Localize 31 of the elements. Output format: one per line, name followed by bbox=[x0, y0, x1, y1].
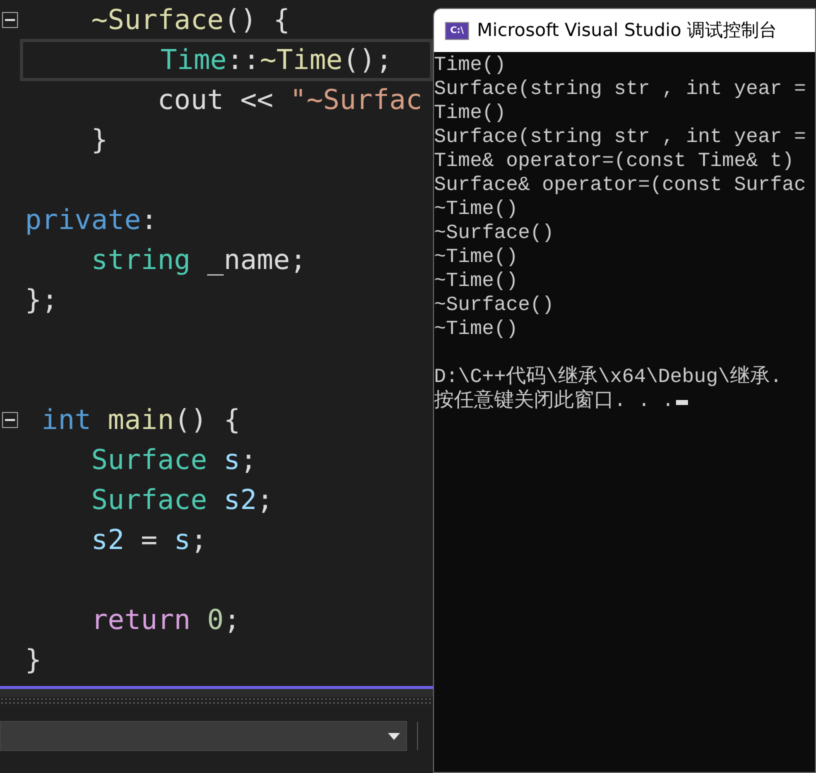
code-line: Surface s2; bbox=[90, 483, 274, 518]
code-line: } bbox=[90, 123, 109, 158]
code-line: ~Surface() { bbox=[90, 3, 291, 38]
caret-icon bbox=[388, 732, 400, 740]
code-line: } bbox=[24, 643, 43, 678]
code-line: return 0; bbox=[90, 603, 242, 638]
console-line: ~Time() bbox=[434, 318, 518, 342]
code-line: private: bbox=[24, 203, 158, 238]
collapse-icon[interactable] bbox=[2, 12, 18, 28]
console-line: ~Surface() bbox=[434, 222, 554, 246]
console-line: Time() bbox=[434, 102, 506, 126]
code-line: s2 = s; bbox=[90, 523, 208, 558]
code-line: int main() { bbox=[40, 403, 242, 438]
code-line: string _name; bbox=[90, 243, 308, 278]
console-icon: C:\ bbox=[445, 22, 469, 40]
console-line: Time() bbox=[434, 54, 506, 78]
console-line: Time& operator=(const Time& t) bbox=[434, 150, 794, 174]
console-line: ~Time() bbox=[434, 246, 518, 270]
console-line: D:\C++代码\继承\x64\Debug\继承. bbox=[434, 366, 782, 389]
console-line: Surface& operator=(const Surfac bbox=[434, 174, 806, 198]
window-title: Microsoft Visual Studio 调试控制台 bbox=[477, 19, 778, 43]
console-line: ~Surface() bbox=[434, 294, 554, 318]
console-line: 按任意键关闭此窗口. . . bbox=[434, 390, 674, 414]
console-line: Surface(string str , int year = bbox=[434, 126, 806, 150]
console-line: ~Time() bbox=[434, 198, 518, 222]
code-line: Surface s; bbox=[90, 443, 258, 478]
console-line: Surface(string str , int year = bbox=[434, 78, 806, 102]
code-line: cout << "~Surfac bbox=[156, 83, 424, 118]
code-line: }; bbox=[24, 283, 60, 318]
collapse-icon[interactable] bbox=[2, 412, 18, 428]
console-line: ~Time() bbox=[434, 270, 518, 294]
